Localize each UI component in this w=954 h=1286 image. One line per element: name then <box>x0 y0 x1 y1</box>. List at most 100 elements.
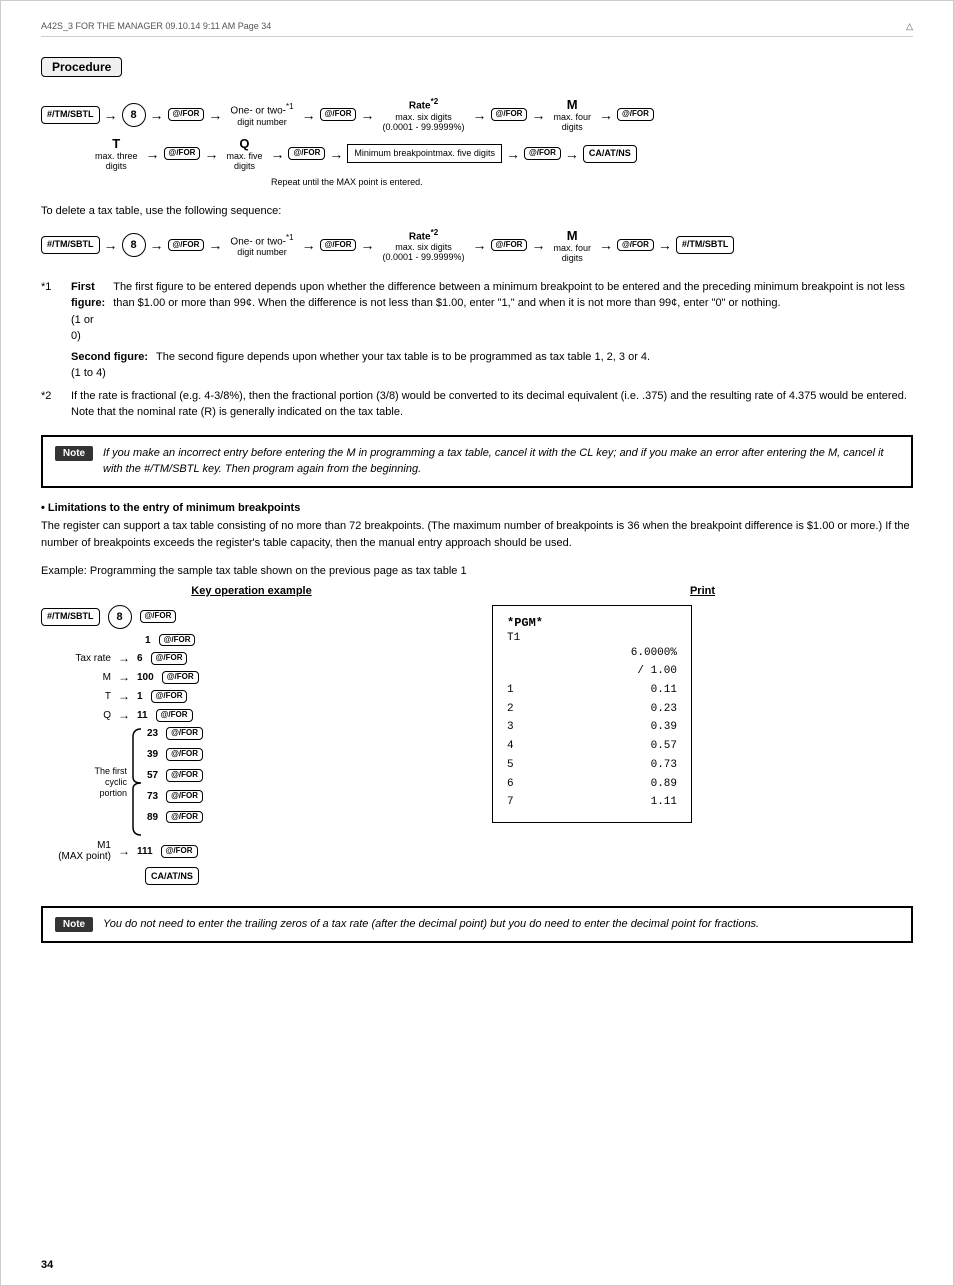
cyclic-label: The firstcyclicportion <box>94 766 127 798</box>
flow-diagram-2: #/TM/SBTL → 8 → @/FOR → One- or two-*1 d… <box>41 228 913 263</box>
kop-row-m: M → 100 @/FOR <box>41 670 462 684</box>
fn1-marker: *1 <box>41 279 71 382</box>
fn2-body: If the rate is fractional (e.g. 4-3/8%),… <box>71 388 913 421</box>
arrow-d8: → <box>599 237 613 253</box>
example-container: Key operation example #/TM/SBTL 8 @/FOR … <box>41 585 913 891</box>
kop-key-8: 8 <box>108 605 132 629</box>
rate-label-1: Rate*2 max. six digits (0.0001 - 99.9999… <box>382 97 464 131</box>
arrow-10: → <box>204 146 218 162</box>
arrow-12: → <box>329 146 343 162</box>
limitations-section: • Limitations to the entry of minimum br… <box>41 502 913 553</box>
kop-key-for-111: @/FOR <box>161 845 198 858</box>
rate-label-2: Rate*2 max. six digits (0.0001 - 99.9999… <box>382 228 464 262</box>
kop-val-1: 1 <box>145 635 151 646</box>
t-label: T max. three digits <box>95 136 138 171</box>
arrow-5: → <box>360 107 374 123</box>
kop-row-c2: 39 @/FOR <box>147 748 203 761</box>
kop-label-m: M <box>41 672 111 683</box>
flow-row-delete: #/TM/SBTL → 8 → @/FOR → One- or two-*1 d… <box>41 228 913 263</box>
cyclic-brace-svg <box>131 727 143 837</box>
kop-label-m1: M1(MAX point) <box>41 840 111 862</box>
header-text: A42S_3 FOR THE MANAGER 09.10.14 9:11 AM … <box>41 21 271 32</box>
key-for-1: @/FOR <box>168 108 205 121</box>
page-header: A42S_3 FOR THE MANAGER 09.10.14 9:11 AM … <box>41 21 913 37</box>
kop-row-2: 1 @/FOR <box>41 634 462 647</box>
kop-val-39: 39 <box>147 749 158 760</box>
note-box-1: Note If you make an incorrect entry befo… <box>41 435 913 488</box>
arrow-6: → <box>473 107 487 123</box>
print-pgm: *PGM* <box>507 616 677 630</box>
key-op-title: Key operation example <box>41 585 462 597</box>
kop-row-1: #/TM/SBTL 8 @/FOR <box>41 605 462 629</box>
arrow-11: → <box>270 146 284 162</box>
note-text-2: You do not need to enter the trailing ze… <box>103 916 759 933</box>
kop-key-for-q: @/FOR <box>156 709 193 722</box>
cyclic-values: 23 @/FOR 39 @/FOR 57 @/FOR 73 <box>147 727 203 837</box>
kop-val-m: 100 <box>137 672 154 683</box>
note-box-2: Note You do not need to enter the traili… <box>41 906 913 943</box>
fn1-body2: The second figure depends upon whether y… <box>156 349 650 382</box>
kop-key-for-73: @/FOR <box>166 790 203 803</box>
page: A42S_3 FOR THE MANAGER 09.10.14 9:11 AM … <box>0 0 954 1286</box>
key-for-d4: @/FOR <box>617 239 654 252</box>
arrow-9: → <box>146 146 160 162</box>
key-op-diagram: #/TM/SBTL 8 @/FOR 1 @/FOR Tax rate → 6 @… <box>41 605 462 886</box>
kop-key-for-23: @/FOR <box>166 727 203 740</box>
print-t1: T1 <box>507 632 520 644</box>
limitations-title: • Limitations to the entry of minimum br… <box>41 502 913 514</box>
note-badge-1: Note <box>55 446 93 461</box>
fn2-marker: *2 <box>41 388 71 421</box>
kop-row-c3: 57 @/FOR <box>147 769 203 782</box>
key-for-4: @/FOR <box>617 108 654 121</box>
fn1-sub1: (1 or 0) <box>71 314 94 343</box>
arrow-4: → <box>302 107 316 123</box>
key-for-d1: @/FOR <box>168 239 205 252</box>
kop-key-for-0: @/FOR <box>140 610 177 623</box>
one-two-digit-label-2: One- or two-*1 digit number <box>230 233 293 257</box>
kop-arrow-m1: → <box>118 844 130 858</box>
example-intro: Example: Programming the sample tax tabl… <box>41 565 913 577</box>
kop-val-89: 89 <box>147 812 158 823</box>
kop-key-hashtmsbtl: #/TM/SBTL <box>41 608 100 626</box>
one-two-digit-label: One- or two-*1 digit number <box>230 102 293 126</box>
minbreak-box: Minimum breakpoint max. five digits <box>347 144 502 164</box>
flow-row-2: T max. three digits → @/FOR → Q max. fiv… <box>91 136 637 171</box>
flow-diagram-1: #/TM/SBTL → 8 → @/FOR → One- or two-*1 d… <box>41 97 913 187</box>
delete-text: To delete a tax table, use the following… <box>41 203 913 220</box>
kop-row-c5: 89 @/FOR <box>147 811 203 824</box>
kop-key-for-39: @/FOR <box>166 748 203 761</box>
key-for-7: @/FOR <box>524 147 561 160</box>
kop-row-q: Q → 11 @/FOR <box>41 708 462 722</box>
key-for-d2: @/FOR <box>320 239 357 252</box>
arrow-3: → <box>208 107 222 123</box>
kop-val-q: 11 <box>137 710 148 721</box>
m-label-2: M max. four digits <box>553 228 591 263</box>
kop-val-taxrate: 6 <box>137 653 143 664</box>
arrow-d7: → <box>531 237 545 253</box>
arrow-d3: → <box>208 237 222 253</box>
kop-val-23: 23 <box>147 728 158 739</box>
kop-val-111: 111 <box>137 846 153 857</box>
kop-arrow-t: → <box>118 689 130 703</box>
kop-label-q: Q <box>41 710 111 721</box>
print-title: Print <box>492 585 913 597</box>
footnotes: *1 First figure: (1 or 0) The first figu… <box>41 279 913 421</box>
key-op-section: Key operation example #/TM/SBTL 8 @/FOR … <box>41 585 462 891</box>
page-number: 34 <box>41 1259 53 1271</box>
key-for-5: @/FOR <box>164 147 201 160</box>
kop-val-t: 1 <box>137 691 143 702</box>
kop-row-m1: M1(MAX point) → 111 @/FOR <box>41 840 462 862</box>
key-for-d3: @/FOR <box>491 239 528 252</box>
flow-row-1: #/TM/SBTL → 8 → @/FOR → One- or two-*1 d… <box>41 97 913 132</box>
key-hashtmsbtl-3: #/TM/SBTL <box>676 236 735 254</box>
key-for-6: @/FOR <box>288 147 325 160</box>
kop-key-for-1: @/FOR <box>159 634 196 647</box>
kop-key-for-t: @/FOR <box>151 690 188 703</box>
kop-key-for-tax: @/FOR <box>151 652 188 665</box>
arrow-1: → <box>104 107 118 123</box>
kop-row-c1: 23 @/FOR <box>147 727 203 740</box>
key-8-1: 8 <box>122 103 146 127</box>
kop-arrow-taxrate: → <box>118 651 130 665</box>
fn1-sub2: (1 to 4) <box>71 367 106 379</box>
kop-label-taxrate: Tax rate <box>41 653 111 664</box>
